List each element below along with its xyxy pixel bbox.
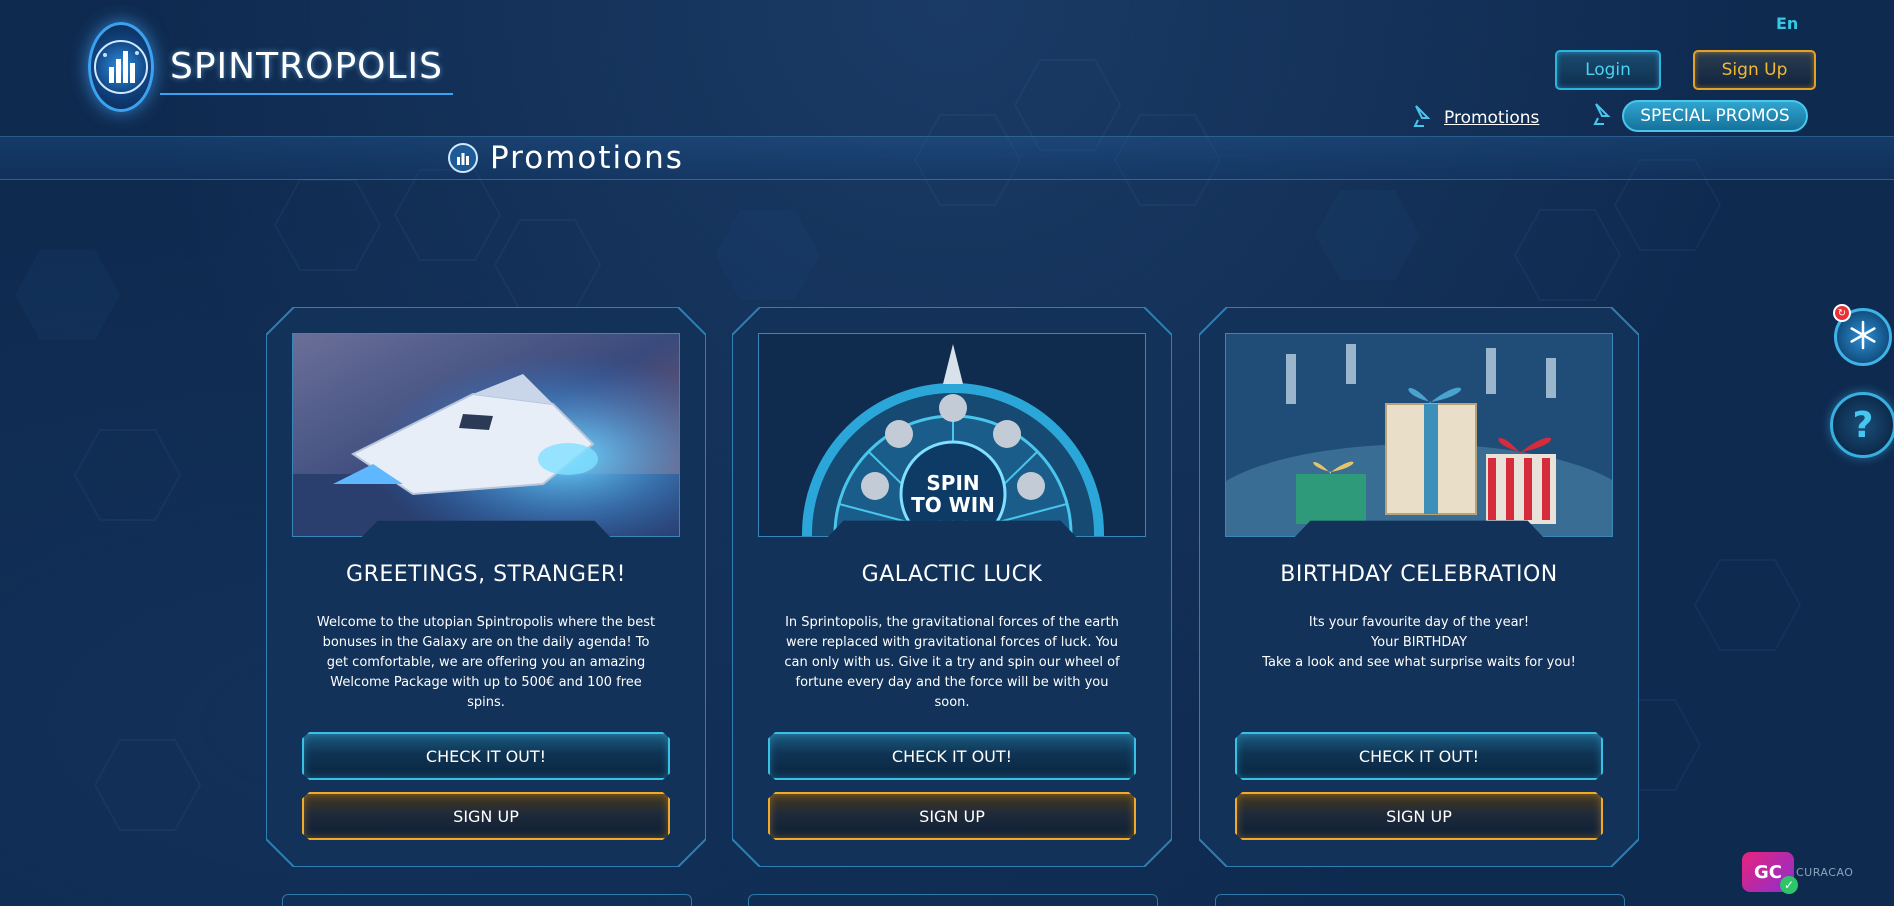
- card-signup-button[interactable]: SIGN UP: [302, 792, 670, 840]
- page-title-block: Promotions: [448, 140, 684, 176]
- next-card-edge: [1215, 894, 1625, 906]
- card-signup-button[interactable]: SIGN UP: [1235, 792, 1603, 840]
- spin-to-win-text: SPIN: [926, 471, 979, 495]
- language-selector[interactable]: En: [1776, 14, 1798, 33]
- satellite-icon: [1412, 104, 1432, 132]
- snowflake-icon: [1848, 320, 1878, 354]
- card-description: Its your favourite day of the year! Your…: [1262, 615, 1576, 670]
- next-card-edge: [282, 894, 692, 906]
- card-signup-button[interactable]: SIGN UP: [768, 792, 1136, 840]
- promo-image-spin-wheel: SPIN TO WIN: [758, 333, 1146, 537]
- brand-logo[interactable]: SPINTROPOLIS: [88, 22, 454, 112]
- special-promos-button[interactable]: SPECIAL PROMOS: [1622, 100, 1808, 132]
- nav-promotions-link[interactable]: Promotions: [1412, 104, 1539, 132]
- promo-card-greetings: GREETINGS, STRANGER! Welcome to the utop…: [266, 307, 706, 867]
- promo-image-gifts: [1225, 333, 1613, 537]
- promo-card-galactic-luck: SPIN TO WIN GALACTIC LUCK In Sprintopoli…: [732, 307, 1172, 867]
- help-button[interactable]: ?: [1830, 392, 1894, 458]
- gc-logo-text: CURACAO: [1796, 865, 1854, 879]
- title-emblem-icon: [448, 143, 478, 173]
- page-title: Promotions: [490, 140, 684, 176]
- signup-button[interactable]: Sign Up: [1693, 50, 1816, 90]
- card-title: GREETINGS, STRANGER!: [346, 562, 626, 587]
- header-band: [0, 136, 1894, 180]
- promo-image-spaceship: [292, 333, 680, 537]
- satellite-icon: [1592, 102, 1612, 130]
- nav-promotions-label: Promotions: [1444, 108, 1540, 128]
- logo-emblem-icon: [88, 22, 154, 112]
- card-description: In Sprintopolis, the gravitational force…: [784, 615, 1120, 710]
- login-button[interactable]: Login: [1555, 50, 1661, 90]
- curacao-license-badge[interactable]: GC CURACAO ✓: [1742, 852, 1882, 894]
- check-icon: ✓: [1780, 876, 1798, 894]
- check-it-out-button[interactable]: CHECK IT OUT!: [768, 732, 1136, 780]
- check-it-out-button[interactable]: CHECK IT OUT!: [302, 732, 670, 780]
- spin-to-win-text: TO WIN: [911, 493, 995, 517]
- help-icon: ?: [1852, 404, 1874, 446]
- next-card-edge: [748, 894, 1158, 906]
- card-description: Welcome to the utopian Spintropolis wher…: [316, 615, 656, 710]
- nav-special-promos[interactable]: SPECIAL PROMOS: [1592, 100, 1808, 132]
- brand-name: SPINTROPOLIS: [160, 40, 454, 95]
- card-title: BIRTHDAY CELEBRATION: [1280, 562, 1558, 587]
- refresh-badge-icon: ↻: [1833, 304, 1851, 322]
- card-title: GALACTIC LUCK: [861, 562, 1043, 587]
- check-it-out-button[interactable]: CHECK IT OUT!: [1235, 732, 1603, 780]
- promo-card-birthday: BIRTHDAY CELEBRATION Its your favourite …: [1199, 307, 1639, 867]
